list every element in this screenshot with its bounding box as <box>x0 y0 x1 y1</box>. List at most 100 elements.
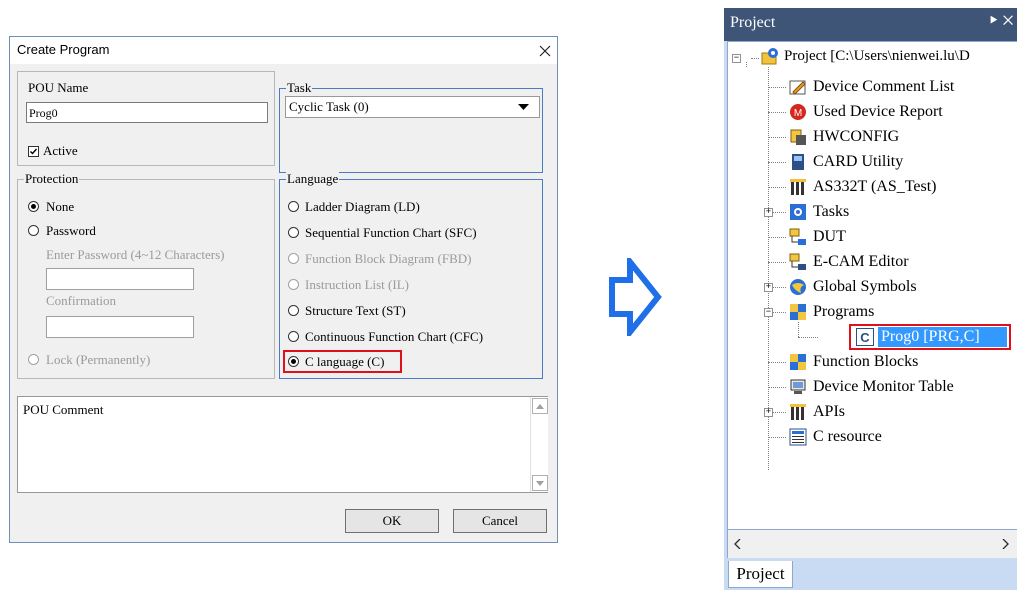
pou-name-input[interactable]: Prog0 <box>26 102 268 123</box>
function-blocks-icon <box>790 354 806 370</box>
language-st-label: Structure Text (ST) <box>305 303 406 318</box>
pou-name-value: Prog0 <box>29 106 58 120</box>
hwconfig-icon <box>790 129 806 145</box>
tree-item-dut[interactable]: DUT <box>813 228 846 246</box>
language-st-radio[interactable] <box>288 305 299 316</box>
check-icon <box>30 148 38 155</box>
language-cfc-label: Continuous Function Chart (CFC) <box>305 329 484 344</box>
plc-module-icon <box>790 179 806 195</box>
horizontal-scrollbar[interactable] <box>727 530 1017 558</box>
confirmation-label: Confirmation <box>46 293 117 308</box>
tree-item-ecam-editor[interactable]: E-CAM Editor <box>813 253 909 271</box>
apis-expand-toggle[interactable]: + <box>764 408 773 417</box>
tree-item-programs[interactable]: Programs <box>813 303 874 321</box>
language-c-radio[interactable] <box>288 356 299 367</box>
pou-comment-label: POU Comment <box>23 402 104 417</box>
monitor-table-icon <box>790 379 806 394</box>
tasks-expand-toggle[interactable]: + <box>764 208 773 217</box>
language-sfc-radio[interactable] <box>288 227 299 238</box>
scroll-down-icon <box>536 480 544 486</box>
scroll-up-button[interactable] <box>532 398 548 414</box>
enter-password-label: Enter Password (4~12 Characters) <box>46 247 225 262</box>
pou-comment-textarea[interactable]: POU Comment <box>17 396 548 493</box>
panel-titlebar: Project ⯈ ✕ <box>724 8 1017 41</box>
confirmation-input[interactable] <box>46 316 194 338</box>
language-sfc-label: Sequential Function Chart (SFC) <box>305 225 477 240</box>
language-ld-label: Ladder Diagram (LD) <box>305 199 420 214</box>
programs-icon <box>790 304 806 320</box>
tree-item-prog0[interactable]: Prog0 [PRG,C] <box>878 327 1007 347</box>
task-selected-value: Cyclic Task (0) <box>289 99 369 114</box>
global-symbols-expand-toggle[interactable]: + <box>764 283 773 292</box>
language-fbd-label: Function Block Diagram (FBD) <box>305 251 472 266</box>
dialog-titlebar[interactable]: Create Program <box>10 37 557 64</box>
tree-item-apis[interactable]: APIs <box>813 403 845 421</box>
protection-password-label: Password <box>46 223 96 238</box>
scroll-left-icon <box>734 539 741 549</box>
project-panel: Project ⯈ ✕ − + + − + Project [C:\Users\… <box>724 8 1017 590</box>
scroll-down-button[interactable] <box>532 475 548 491</box>
active-label: Active <box>43 143 78 158</box>
pou-name-label: POU Name <box>28 80 89 95</box>
close-button[interactable] <box>532 37 557 64</box>
tree-item-device-monitor-table[interactable]: Device Monitor Table <box>813 378 954 396</box>
project-tree: − + + − + Project [C:\Users\nienwei.lu\D… <box>727 41 1017 530</box>
task-select[interactable]: Cyclic Task (0) <box>285 96 540 118</box>
protection-none-label: None <box>46 199 75 214</box>
ok-button[interactable]: OK <box>345 509 439 533</box>
dropdown-arrow-icon <box>518 104 529 110</box>
programs-collapse-toggle[interactable]: − <box>764 308 773 317</box>
tree-item-hwconfig[interactable]: HWCONFIG <box>813 128 899 146</box>
tree-root-project[interactable]: Project [C:\Users\nienwei.lu\D <box>784 47 970 65</box>
apis-icon <box>790 404 806 420</box>
prog0-label: Prog0 [PRG,C] <box>881 328 980 345</box>
protection-none-radio[interactable] <box>28 201 39 212</box>
language-il-radio[interactable] <box>288 279 299 290</box>
language-c-label: C language (C) <box>305 354 385 369</box>
lock-radio[interactable] <box>28 354 39 365</box>
tree-item-card-utility[interactable]: CARD Utility <box>813 153 903 171</box>
close-icon <box>539 45 550 56</box>
ecam-editor-icon <box>789 253 806 270</box>
tab-project[interactable]: Project <box>728 561 793 588</box>
language-cfc-radio[interactable] <box>288 331 299 342</box>
scroll-up-icon <box>536 403 544 409</box>
tree-item-device-comment-list[interactable]: Device Comment List <box>813 78 954 96</box>
language-legend: Language <box>286 171 340 186</box>
language-ld-radio[interactable] <box>288 201 299 212</box>
pin-close-icons[interactable]: ⯈ ✕ <box>988 14 1013 30</box>
tree-item-as332t[interactable]: AS332T (AS_Test) <box>813 178 936 196</box>
card-utility-icon <box>792 154 804 170</box>
pou-name-group: POU Name Prog0 Active <box>17 71 275 166</box>
tree-item-function-blocks[interactable]: Function Blocks <box>813 353 918 371</box>
tree-item-global-symbols[interactable]: Global Symbols <box>813 278 917 296</box>
tree-item-used-device-report[interactable]: Used Device Report <box>813 103 943 121</box>
cancel-button[interactable]: Cancel <box>453 509 547 533</box>
tasks-icon <box>790 204 806 220</box>
right-arrow-icon <box>609 258 662 336</box>
task-legend: Task <box>286 80 313 95</box>
active-checkbox[interactable] <box>28 146 39 157</box>
create-program-dialog: Create Program POU Name Prog0 Active Tas… <box>9 36 558 543</box>
protection-legend: Protection <box>24 171 80 186</box>
dialog-title: Create Program <box>17 42 110 57</box>
language-il-label: Instruction List (IL) <box>305 277 409 292</box>
c-program-icon: C <box>856 328 874 346</box>
root-collapse-toggle[interactable]: − <box>732 54 741 63</box>
global-symbols-icon <box>790 279 806 295</box>
tree-item-tasks[interactable]: Tasks <box>813 203 849 221</box>
c-resource-icon <box>789 428 807 446</box>
dut-icon <box>789 228 806 245</box>
ok-label: OK <box>382 513 402 528</box>
comment-scrollbar[interactable] <box>530 397 548 492</box>
password-input[interactable] <box>46 268 194 290</box>
language-fbd-radio[interactable] <box>288 253 299 264</box>
panel-title: Project <box>730 14 776 31</box>
lock-label: Lock (Permanently) <box>46 352 151 367</box>
device-comment-icon <box>789 80 806 95</box>
project-icon <box>761 48 778 65</box>
tree-item-c-resource[interactable]: C resource <box>813 428 882 446</box>
device-report-icon: M <box>790 104 806 120</box>
svg-text:M: M <box>794 108 802 119</box>
protection-password-radio[interactable] <box>28 225 39 236</box>
